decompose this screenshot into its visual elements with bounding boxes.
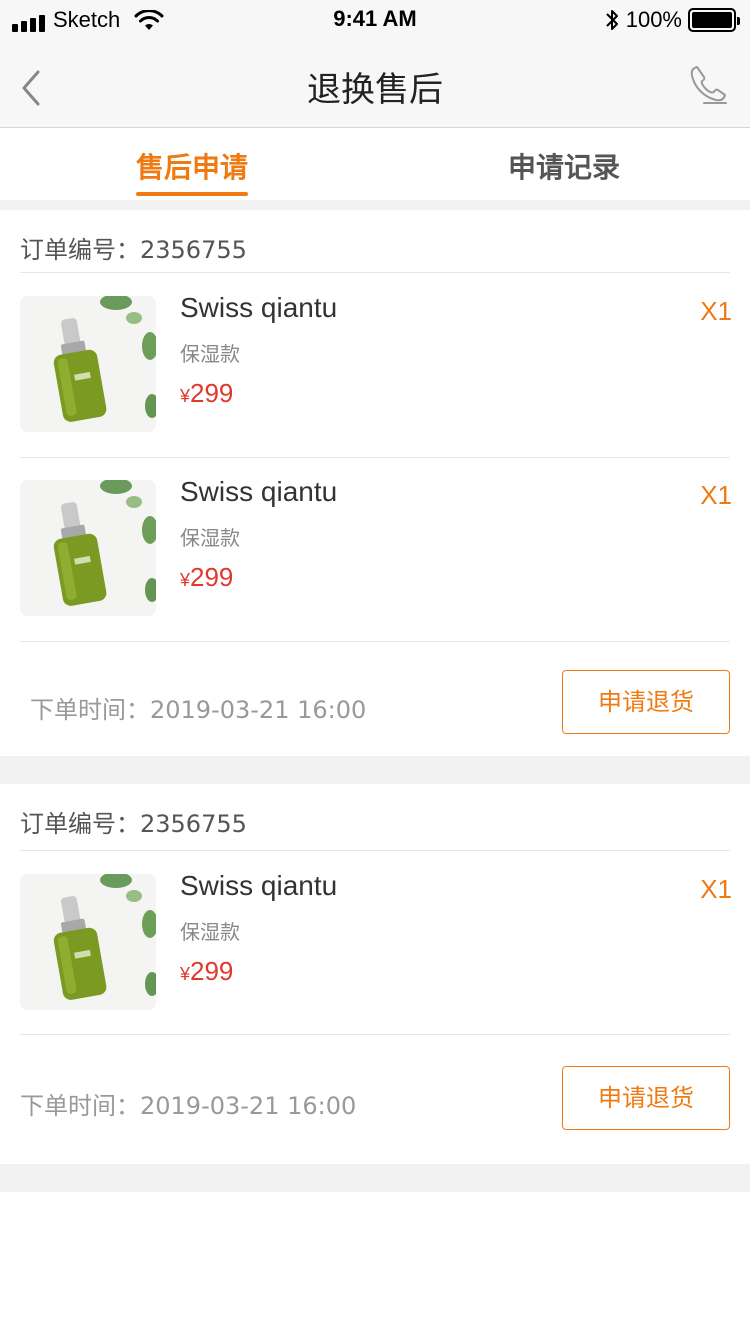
apply-return-button[interactable]: 申请退货 bbox=[562, 1066, 730, 1130]
product-quantity: X1 bbox=[700, 296, 732, 326]
tab-after-sale-apply[interactable]: 售后申请 bbox=[136, 146, 249, 196]
price-value: 299 bbox=[190, 378, 234, 408]
product-price: ¥299 bbox=[180, 562, 233, 593]
product-image bbox=[20, 296, 156, 432]
apply-return-button[interactable]: 申请退货 bbox=[562, 670, 730, 734]
status-bar: Sketch 9:41 AM 100% bbox=[0, 0, 750, 40]
nav-bar: 退换售后 bbox=[0, 40, 750, 128]
section-gap bbox=[0, 1164, 750, 1192]
product-price: ¥299 bbox=[180, 956, 233, 987]
product-variant: 保湿款 bbox=[180, 920, 240, 944]
product-name: Swiss qiantu bbox=[180, 292, 338, 323]
divider bbox=[20, 850, 730, 851]
order-card: 订单编号：2356755 Swiss qiantu 保湿款 ¥299 bbox=[0, 784, 750, 1164]
divider bbox=[20, 1034, 730, 1035]
currency-symbol: ¥ bbox=[180, 964, 191, 984]
order-time: 下单时间：2019-03-21 16:00 bbox=[20, 1092, 357, 1120]
order-item[interactable]: Swiss qiantu 保湿款 ¥299 X1 bbox=[0, 274, 750, 458]
price-value: 299 bbox=[190, 562, 234, 592]
status-right: 100% bbox=[604, 7, 740, 33]
product-image bbox=[20, 874, 156, 1010]
battery-icon bbox=[688, 8, 740, 32]
currency-symbol: ¥ bbox=[180, 386, 191, 406]
product-quantity: X1 bbox=[700, 480, 732, 510]
product-variant: 保湿款 bbox=[180, 342, 240, 366]
product-price: ¥299 bbox=[180, 378, 233, 409]
tab-bar: 售后申请 申请记录 bbox=[0, 128, 750, 200]
price-value: 299 bbox=[190, 956, 234, 986]
page-title: 退换售后 bbox=[307, 70, 443, 110]
currency-symbol: ¥ bbox=[180, 570, 191, 590]
phone-icon[interactable] bbox=[688, 64, 728, 104]
order-item[interactable]: Swiss qiantu 保湿款 ¥299 X1 bbox=[0, 458, 750, 642]
order-item[interactable]: Swiss qiantu 保湿款 ¥299 X1 bbox=[0, 852, 750, 1036]
order-card: 订单编号：2356755 Swiss qiantu 保湿款 ¥299 bbox=[0, 210, 750, 756]
section-gap bbox=[0, 756, 750, 784]
product-name: Swiss qiantu bbox=[180, 476, 338, 507]
divider bbox=[20, 272, 730, 273]
order-number: 订单编号：2356755 bbox=[20, 236, 247, 264]
product-variant: 保湿款 bbox=[180, 526, 240, 550]
divider bbox=[20, 641, 730, 642]
tab-apply-records[interactable]: 申请记录 bbox=[508, 146, 620, 196]
bluetooth-icon bbox=[606, 10, 618, 30]
order-time: 下单时间：2019-03-21 16:00 bbox=[30, 696, 367, 724]
product-image bbox=[20, 480, 156, 616]
product-quantity: X1 bbox=[700, 874, 732, 904]
section-gap bbox=[0, 200, 750, 210]
battery-percent: 100% bbox=[625, 7, 682, 32]
order-number: 订单编号：2356755 bbox=[20, 810, 247, 838]
product-name: Swiss qiantu bbox=[180, 870, 338, 901]
